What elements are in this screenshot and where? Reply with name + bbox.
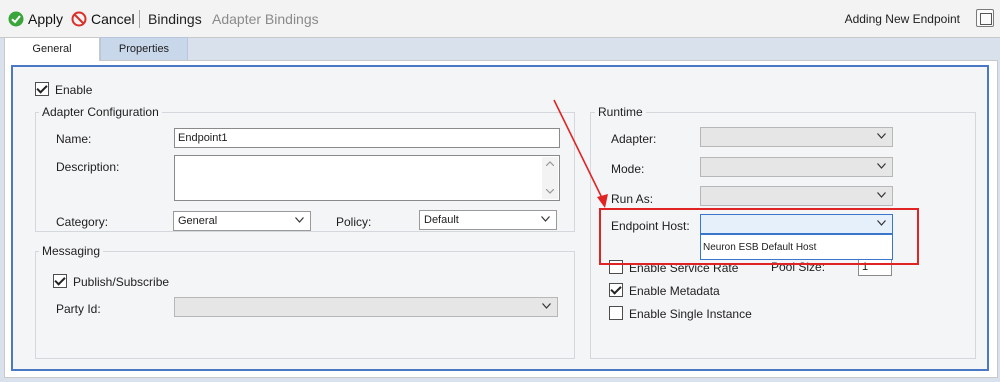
party-id-label: Party Id: xyxy=(56,302,101,316)
enable-metadata-checkbox[interactable] xyxy=(609,283,623,297)
adapter-select[interactable] xyxy=(700,127,893,147)
chevron-down-icon xyxy=(542,303,551,309)
enable-metadata-label: Enable Metadata xyxy=(629,284,720,298)
tab-general[interactable]: General xyxy=(4,37,100,61)
name-field[interactable]: Endpoint1 xyxy=(174,128,560,148)
party-id-select[interactable] xyxy=(174,297,558,317)
adapter-configuration-title: Adapter Configuration xyxy=(39,105,162,119)
endpoint-host-dropdown: Neuron ESB Default Host xyxy=(700,234,893,260)
category-select[interactable]: General xyxy=(173,211,311,231)
policy-label: Policy: xyxy=(336,215,372,229)
chevron-down-icon xyxy=(877,192,886,198)
mode-select[interactable] xyxy=(700,157,893,177)
publish-subscribe-label: Publish/Subscribe xyxy=(73,275,170,289)
policy-select[interactable]: Default xyxy=(419,210,557,230)
publish-subscribe-checkbox[interactable] xyxy=(53,274,67,288)
enable-single-instance-checkbox[interactable] xyxy=(609,306,623,320)
description-field[interactable] xyxy=(174,155,560,201)
bindings-button[interactable]: Bindings xyxy=(148,11,202,27)
toolbar: Apply Cancel Bindings Adapter Bindings A… xyxy=(0,0,1000,38)
messaging-title: Messaging xyxy=(39,244,104,258)
description-label: Description: xyxy=(56,160,120,174)
apply-button[interactable]: Apply xyxy=(8,9,63,29)
enable-single-instance-label: Enable Single Instance xyxy=(629,307,752,321)
adapter-bindings-button[interactable]: Adapter Bindings xyxy=(212,11,319,27)
cancel-button[interactable]: Cancel xyxy=(71,9,135,29)
enable-checkbox[interactable] xyxy=(35,82,49,96)
category-label: Category: xyxy=(56,215,109,229)
chevron-down-icon xyxy=(877,133,886,139)
chevron-down-icon xyxy=(541,216,550,222)
apply-check-icon xyxy=(8,11,24,27)
chevron-down-icon xyxy=(877,163,886,169)
annotation-arrow-icon xyxy=(553,99,608,208)
category-value: General xyxy=(178,215,218,227)
status-text: Adding New Endpoint xyxy=(844,12,960,26)
apply-label: Apply xyxy=(28,11,64,27)
policy-value: Default xyxy=(424,214,459,226)
maximize-icon[interactable] xyxy=(976,9,994,27)
cancel-prohibit-icon xyxy=(71,11,87,27)
chevron-down-icon xyxy=(295,217,304,223)
name-label: Name: xyxy=(56,132,92,146)
toolbar-divider xyxy=(139,10,140,28)
endpoint-host-option[interactable]: Neuron ESB Default Host xyxy=(703,242,892,253)
tab-properties[interactable]: Properties xyxy=(100,37,188,61)
run-as-select[interactable] xyxy=(700,186,893,206)
enable-label: Enable xyxy=(55,83,93,97)
cancel-label: Cancel xyxy=(91,11,135,27)
